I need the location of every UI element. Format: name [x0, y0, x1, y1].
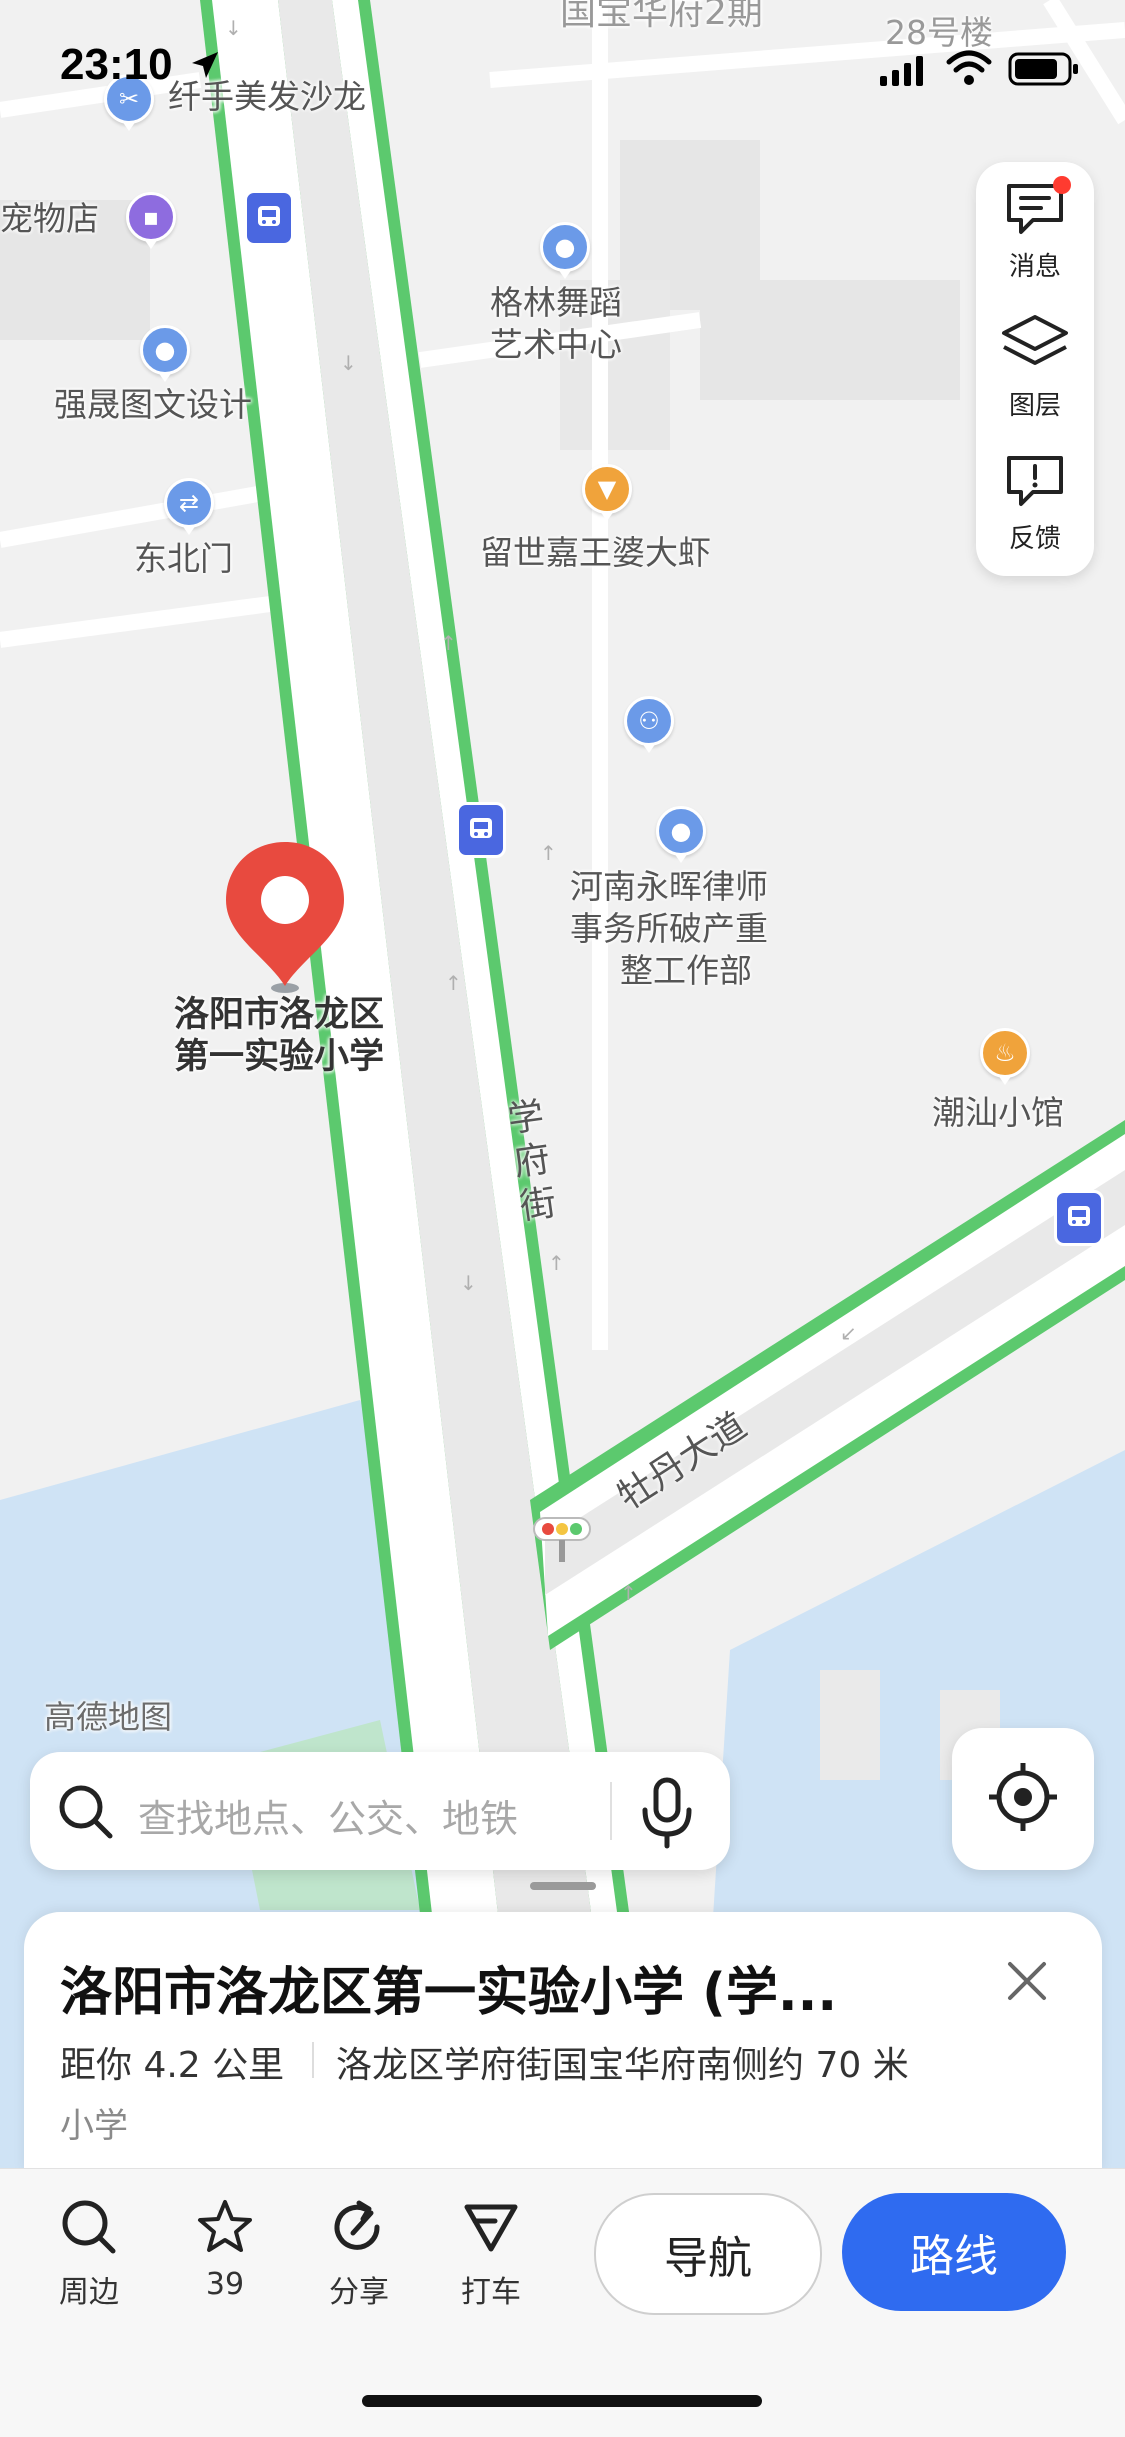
svg-text:↙: ↙ [840, 1321, 857, 1345]
place-address: 洛龙区学府街国宝华府南侧约 70 米 [336, 2045, 909, 2086]
favorites-count: 39 [205, 2267, 245, 2302]
svg-text:↑: ↑ [540, 841, 557, 865]
selected-poi-label-2[interactable]: 第一实验小学 [174, 1036, 384, 1078]
map-side-panel: 消息 图层 反馈 [976, 162, 1094, 576]
law-firm-pin[interactable]: ● [656, 806, 706, 863]
bus-stop-icon[interactable] [456, 802, 506, 858]
taxi-icon [461, 2197, 521, 2261]
layers-button[interactable]: 图层 [976, 302, 1094, 432]
route-button[interactable]: 路线 [842, 2193, 1066, 2311]
svg-text:↑: ↑ [445, 971, 462, 995]
svg-text:↑: ↑ [548, 1251, 565, 1275]
star-icon [195, 2197, 255, 2261]
poi-label-chaoshan[interactable]: 潮汕小馆 [932, 1092, 1064, 1134]
svg-text:↓: ↓ [225, 16, 242, 40]
battery-icon [1008, 52, 1080, 90]
nearby-label: 周边 [59, 2275, 119, 2310]
feedback-icon [1003, 452, 1067, 512]
place-info-card[interactable]: 洛阳市洛龙区第一实验小学 (学... 距你 4.2 公里 洛龙区学府街国宝华府南… [24, 1882, 1102, 2172]
share-label: 分享 [329, 2275, 389, 2310]
place-category: 小学 [60, 2106, 128, 2146]
layers-label: 图层 [1008, 390, 1061, 421]
drag-handle[interactable] [530, 1882, 596, 1890]
svg-text:↑: ↑ [620, 1581, 637, 1605]
poi-label-qiangsheng[interactable]: 强晟图文设计 [54, 384, 252, 426]
info-divider [312, 2042, 314, 2078]
cellular-signal-icon [880, 56, 924, 90]
search-divider [610, 1782, 612, 1840]
poi-label-law-2[interactable]: 事务所破产重 [570, 908, 768, 950]
qiangsheng-pin[interactable]: ● [140, 325, 190, 382]
bus-stop-icon[interactable] [244, 190, 294, 246]
restroom-icon[interactable]: ⚇ [624, 696, 674, 753]
gelin-pin[interactable]: ● [540, 222, 590, 279]
navigate-button[interactable]: 导航 [594, 2193, 822, 2315]
status-time: 23:10 [60, 40, 173, 89]
crosshair-icon [987, 1761, 1059, 1837]
gate-pin[interactable]: ⇄ [164, 478, 214, 535]
bottom-action-bar: 周边 39 分享 打车 导航 路线 [0, 2168, 1125, 2437]
building [700, 280, 960, 400]
favorite-button[interactable]: 39 [170, 2197, 280, 2302]
message-icon [1003, 175, 1071, 240]
search-icon [59, 2197, 119, 2261]
notification-dot [1053, 175, 1071, 194]
poi-label-gelin-1[interactable]: 格林舞蹈 [490, 282, 622, 324]
pet-store-pin[interactable]: ▪ [126, 192, 176, 249]
taxi-button[interactable]: 打车 [436, 2197, 546, 2311]
location-arrow-icon [190, 50, 220, 84]
poi-label-pet-store[interactable]: 宠物店 [0, 198, 99, 240]
selected-location-pin[interactable] [220, 838, 350, 998]
feedback-label: 反馈 [1008, 523, 1061, 554]
map-watermark: 高德地图 [44, 1698, 173, 1736]
locate-me-button[interactable] [952, 1728, 1094, 1870]
building-label: 国宝华府2期 [560, 0, 763, 33]
home-indicator [362, 2395, 762, 2407]
messages-label: 消息 [1008, 251, 1061, 282]
restaurant-pin[interactable]: ♨ [980, 1028, 1030, 1085]
share-button[interactable]: 分享 [304, 2197, 414, 2311]
poi-label-shrimp[interactable]: 留世嘉王婆大虾 [480, 532, 711, 574]
svg-text:↓: ↓ [340, 351, 357, 375]
poi-label-gelin-2[interactable]: 艺术中心 [490, 324, 622, 366]
traffic-light-icon [532, 1516, 592, 1566]
place-distance: 距你 4.2 公里 [60, 2045, 285, 2086]
svg-text:↓: ↓ [460, 1271, 477, 1295]
messages-button[interactable]: 消息 [976, 166, 1094, 296]
share-icon [329, 2197, 389, 2261]
wifi-icon [946, 50, 992, 90]
place-title: 洛阳市洛龙区第一实验小学 (学... [60, 1963, 838, 2023]
bus-stop-icon[interactable] [1054, 1190, 1104, 1246]
search-input[interactable]: 查找地点、公交、地铁 [138, 1788, 518, 1843]
poi-label-law-3[interactable]: 整工作部 [620, 950, 752, 992]
building [820, 1670, 880, 1780]
layers-icon [1000, 313, 1070, 379]
poi-label-northeast-gate[interactable]: 东北门 [134, 538, 233, 580]
nearby-button[interactable]: 周边 [34, 2197, 144, 2311]
close-icon[interactable] [1004, 1958, 1050, 2008]
taxi-label: 打车 [461, 2275, 521, 2310]
poi-label-law-1[interactable]: 河南永晖律师 [570, 866, 768, 908]
search-icon [56, 1782, 116, 1846]
route-label: 路线 [910, 2231, 998, 2282]
microphone-icon[interactable] [632, 1772, 702, 1856]
navigate-label: 导航 [664, 2233, 752, 2284]
selected-poi-label-1[interactable]: 洛阳市洛龙区 [174, 994, 384, 1036]
svg-text:↑: ↑ [440, 631, 457, 655]
feedback-button[interactable]: 反馈 [976, 438, 1094, 568]
search-bar[interactable]: 查找地点、公交、地铁 [30, 1752, 730, 1870]
shrimp-pin[interactable]: ▼ [582, 464, 632, 521]
building-28-label: 28号楼 [885, 13, 993, 52]
